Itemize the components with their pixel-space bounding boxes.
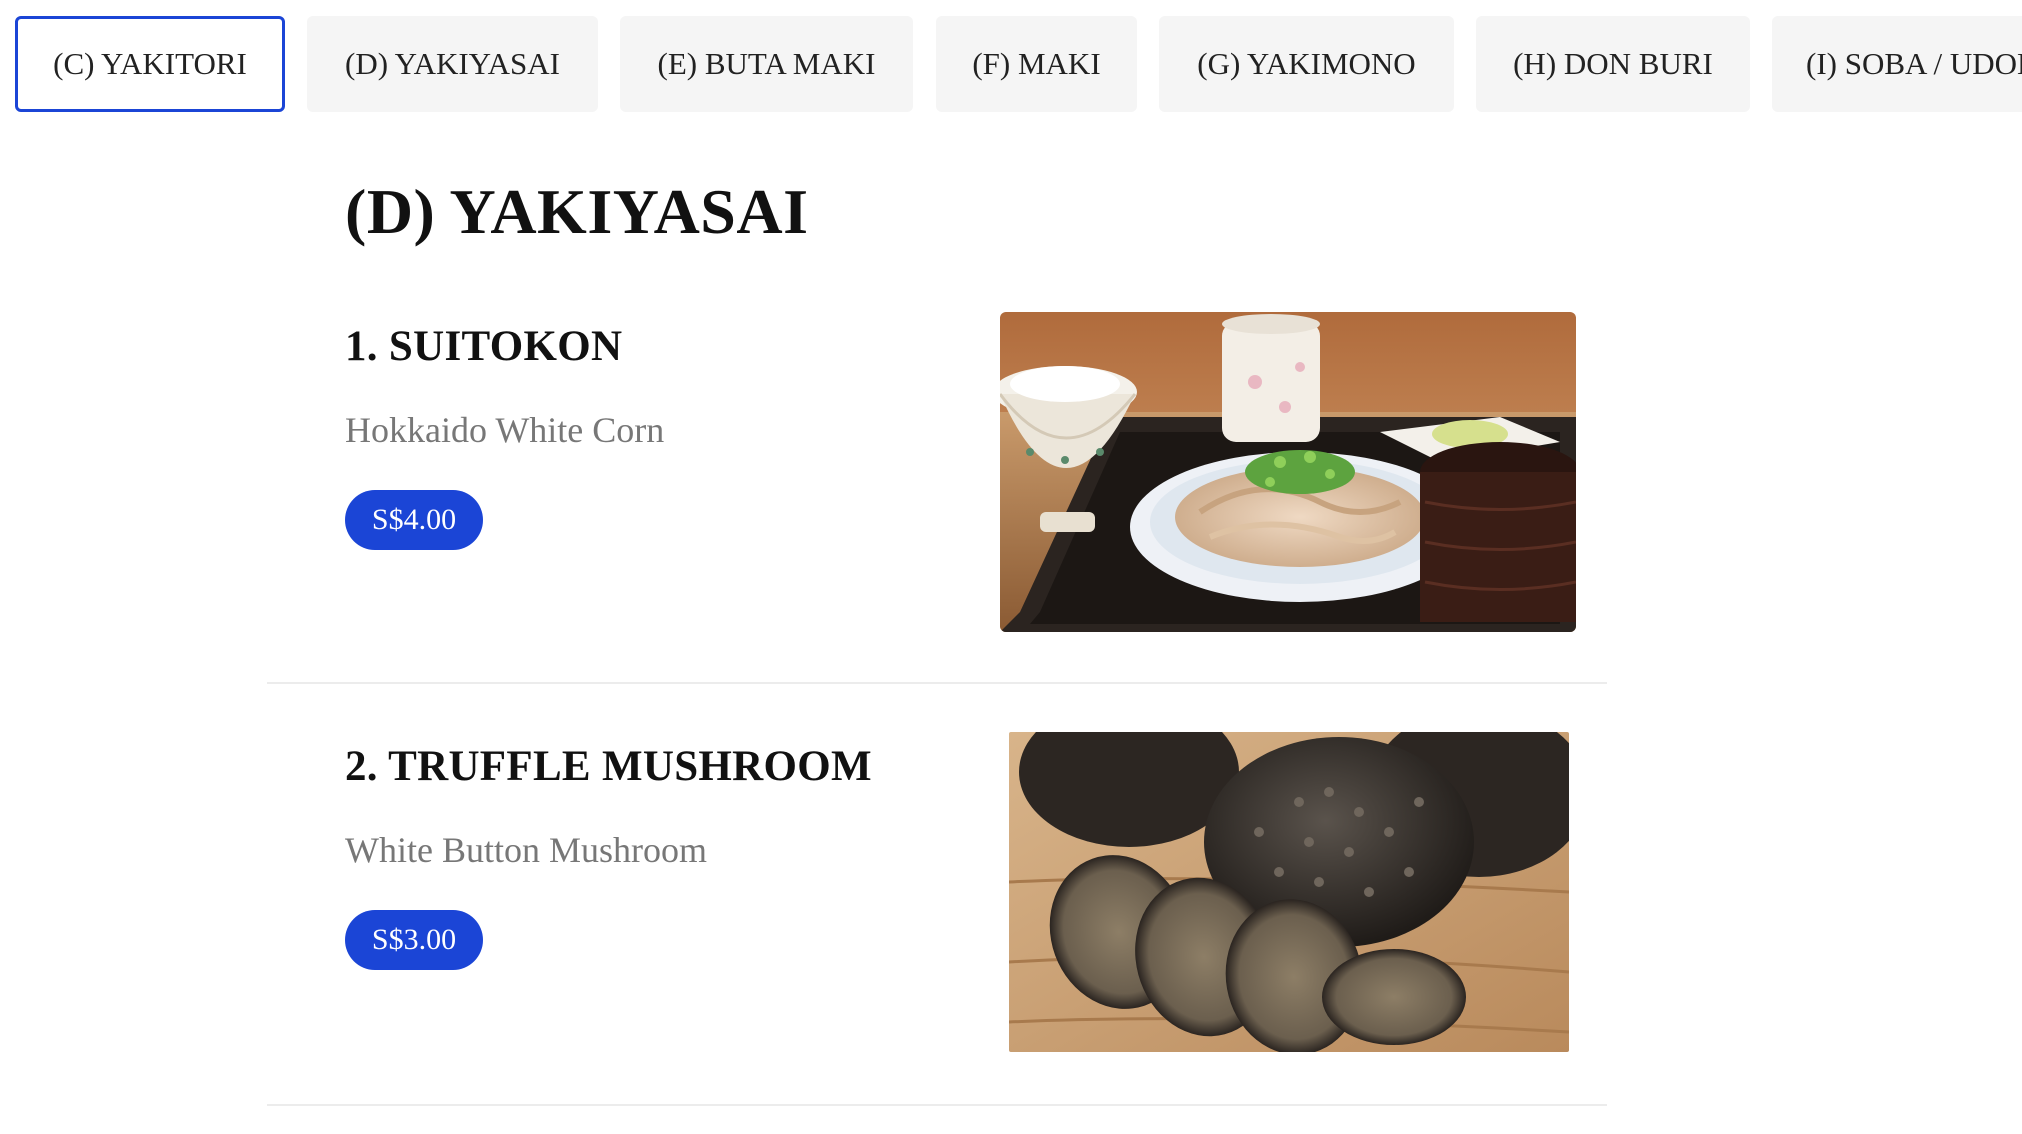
menu-item[interactable]: 1. SUITOKON Hokkaido White Corn S$4.00 [267,310,1607,684]
menu-item[interactable]: 2. TRUFFLE MUSHROOM White Button Mushroo… [267,730,1607,1106]
tab-yakiyasai[interactable]: (D) YAKIYASAI [307,16,598,112]
tab-yakitori[interactable]: (C) YAKITORI [15,16,285,112]
section-title: (D) YAKIYASAI [345,176,809,247]
truffle-photo [1009,732,1569,1052]
item-name: 1. SUITOKON [345,323,623,370]
price-text: S$4.00 [371,503,457,536]
tab-label: (H) DON BURI [1513,46,1713,81]
tab-soba-udon[interactable]: (I) SOBA / UDON [1772,16,2022,112]
price-badge: S$4.00 [345,490,483,550]
tab-label: (F) MAKI [972,46,1101,81]
tab-yakimono[interactable]: (G) YAKIMONO [1159,16,1454,112]
tab-don-buri[interactable]: (H) DON BURI [1476,16,1750,112]
tab-label: (C) YAKITORI [53,46,247,81]
food-image-icon [1000,312,1576,632]
item-name: 2. TRUFFLE MUSHROOM [345,743,872,790]
price-text: S$3.00 [371,923,457,956]
tab-buta-maki[interactable]: (E) BUTA MAKI [620,16,913,112]
category-tab-bar: (C) YAKITORI (D) YAKIYASAI (E) BUTA MAKI… [0,0,2022,140]
pork-set-meal-photo [1000,312,1576,632]
tab-label: (G) YAKIMONO [1197,46,1416,81]
tab-label: (E) BUTA MAKI [657,46,876,81]
tab-label: (D) YAKIYASAI [345,46,560,81]
item-description: White Button Mushroom [345,830,707,870]
item-description: Hokkaido White Corn [345,410,665,450]
tab-label: (I) SOBA / UDON [1806,46,2022,81]
tab-maki[interactable]: (F) MAKI [936,16,1137,112]
food-image-icon [1009,732,1569,1052]
price-badge: S$3.00 [345,910,483,970]
